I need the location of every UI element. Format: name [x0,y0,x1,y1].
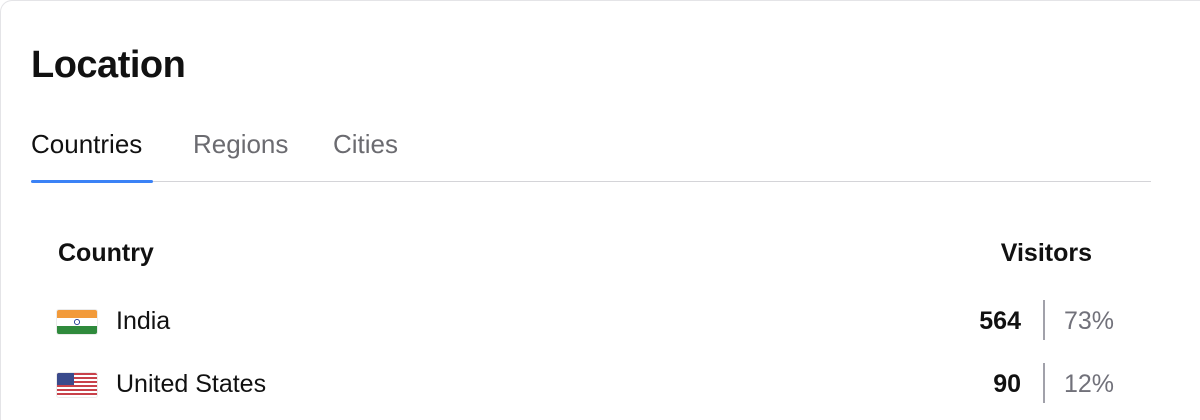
visitor-percent: 73% [1064,307,1115,335]
visitor-count: 90 [993,370,1021,398]
tab-cities[interactable]: Cities [333,127,398,161]
active-tab-indicator [31,180,153,183]
panel-title: Location [31,44,186,86]
country-name: India [116,307,171,335]
visitor-count: 564 [979,307,1021,335]
column-header-country: Country [58,239,154,267]
value-divider [1043,363,1045,403]
table-row[interactable]: India 564 73% [1,296,1200,346]
tab-countries[interactable]: Countries [31,127,142,161]
column-header-visitors: Visitors [1000,239,1092,267]
tab-regions[interactable]: Regions [193,127,288,161]
india-flag-icon [57,310,97,334]
table-row[interactable]: United States 90 12% [1,359,1200,409]
united-states-flag-icon [57,373,97,397]
location-tabs: Countries Regions Cities [31,123,1151,183]
location-card: Location Countries Regions Cities Countr… [0,0,1200,420]
value-divider [1043,300,1045,340]
country-name: United States [116,370,267,398]
visitor-percent: 12% [1064,370,1115,398]
